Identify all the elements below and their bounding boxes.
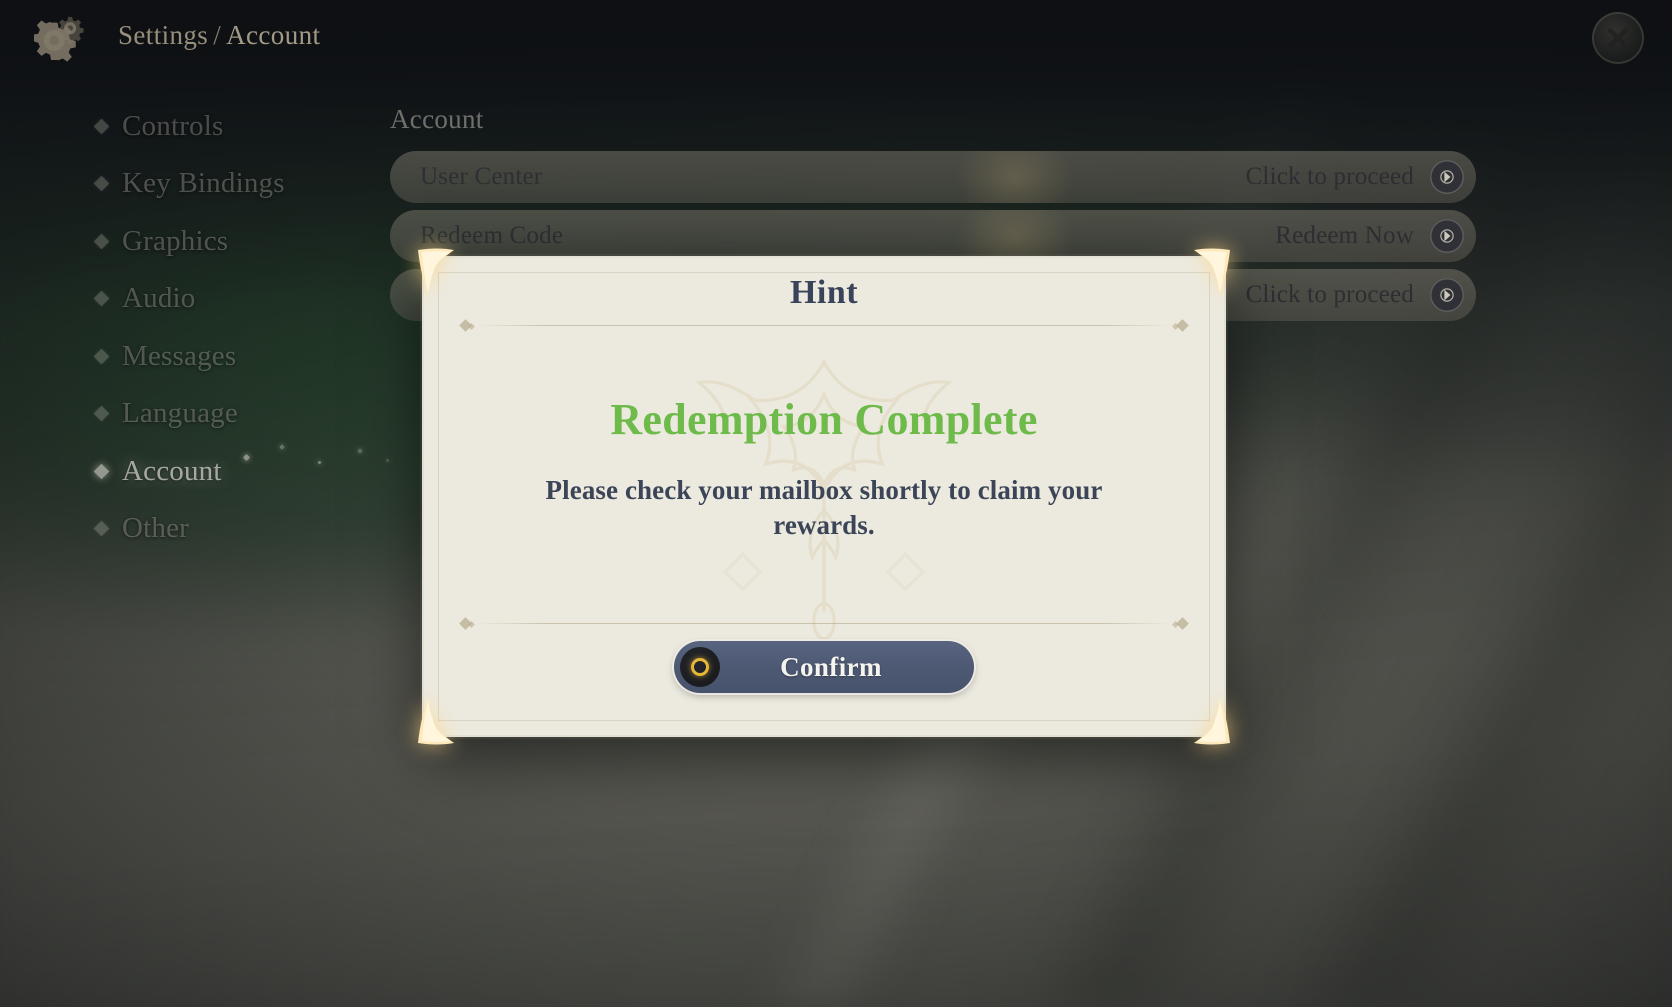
sidebar-item-label: Key Bindings <box>122 167 285 199</box>
setting-row-action-label: Click to proceed <box>1245 281 1414 308</box>
sidebar-item-label: Audio <box>122 282 196 314</box>
settings-sidebar: Controls Key Bindings Graphics Audio Mes… <box>93 104 396 564</box>
sidebar-item-other[interactable]: Other <box>93 507 396 551</box>
confirm-button[interactable]: Confirm <box>674 641 974 693</box>
diamond-bullet-icon <box>93 405 110 422</box>
confirm-button-label: Confirm <box>780 651 882 682</box>
setting-row-redeem-code[interactable]: Redeem Code Redeem Now <box>390 210 1476 262</box>
setting-row-action-label: Redeem Now <box>1275 222 1414 249</box>
arrow-right-icon[interactable] <box>1430 160 1464 194</box>
dialog-headline: Redemption Complete <box>610 395 1038 444</box>
setting-row-action-label: Click to proceed <box>1245 163 1414 190</box>
dialog-title: Hint <box>789 274 859 311</box>
setting-row-right: Click to proceed <box>1246 278 1464 312</box>
sidebar-item-key-bindings[interactable]: Key Bindings <box>93 162 396 206</box>
sidebar-item-messages[interactable]: Messages <box>93 334 396 378</box>
sidebar-item-label: Language <box>122 397 238 429</box>
close-icon <box>1608 28 1628 48</box>
divider-gem-icon <box>458 614 476 632</box>
setting-row-label: User Center <box>420 163 543 190</box>
divider-gem-icon <box>458 316 476 334</box>
dialog-divider-bottom <box>458 616 1190 630</box>
divider-gem-icon <box>1172 614 1190 632</box>
ring-icon-inner <box>691 658 709 676</box>
diamond-bullet-icon <box>93 175 110 192</box>
gear-icon <box>32 12 86 64</box>
diamond-bullet-icon <box>93 233 110 249</box>
diamond-bullet-icon <box>93 290 110 307</box>
sidebar-item-label: Account <box>122 454 222 487</box>
page-title: Account <box>390 104 484 134</box>
sidebar-item-audio[interactable]: Audio <box>93 277 396 321</box>
setting-row-right: Redeem Now <box>1275 219 1464 253</box>
breadcrumb: Settings / Account <box>118 20 320 51</box>
arrow-right-icon[interactable] <box>1430 278 1464 312</box>
setting-row-label: Redeem Code <box>420 222 564 249</box>
arrow-right-icon[interactable] <box>1430 219 1464 253</box>
sidebar-item-label: Other <box>122 512 190 544</box>
diamond-bullet-icon <box>93 348 110 364</box>
sidebar-item-language[interactable]: Language <box>93 392 396 436</box>
divider-line <box>476 622 1172 624</box>
dialog-divider-top <box>458 318 1190 332</box>
hint-dialog: Hint Redemption Complete Please check yo… <box>418 248 1230 745</box>
app-window: Settings / Account Controls Key Bindings G… <box>0 0 1672 1007</box>
setting-row-user-center[interactable]: User Center Click to proceed <box>390 151 1476 203</box>
dialog-panel: Hint Redemption Complete Please check yo… <box>424 258 1224 735</box>
ring-icon <box>680 647 720 687</box>
sidebar-item-account[interactable]: Account <box>93 444 396 493</box>
breadcrumb-current: Account <box>226 20 321 50</box>
sidebar-item-label: Controls <box>122 109 224 142</box>
diamond-bullet-icon <box>93 463 110 479</box>
diamond-bullet-icon <box>93 520 110 537</box>
dialog-message: Please check your mailbox shortly to cla… <box>545 475 1103 540</box>
top-bar: Settings / Account <box>0 0 1672 76</box>
breadcrumb-separator: / <box>213 20 222 50</box>
sidebar-item-graphics[interactable]: Graphics <box>93 219 396 263</box>
sidebar-item-controls[interactable]: Controls <box>93 104 396 148</box>
divider-gem-icon <box>1172 316 1190 334</box>
diamond-bullet-icon <box>93 118 110 134</box>
sparkle-particles-icon <box>226 441 416 489</box>
divider-line <box>476 324 1172 326</box>
sidebar-item-label: Graphics <box>122 224 229 257</box>
breadcrumb-root[interactable]: Settings <box>118 20 208 50</box>
sidebar-item-label: Messages <box>122 339 237 372</box>
close-button[interactable] <box>1592 12 1644 64</box>
setting-row-right: Click to proceed <box>1246 160 1464 194</box>
